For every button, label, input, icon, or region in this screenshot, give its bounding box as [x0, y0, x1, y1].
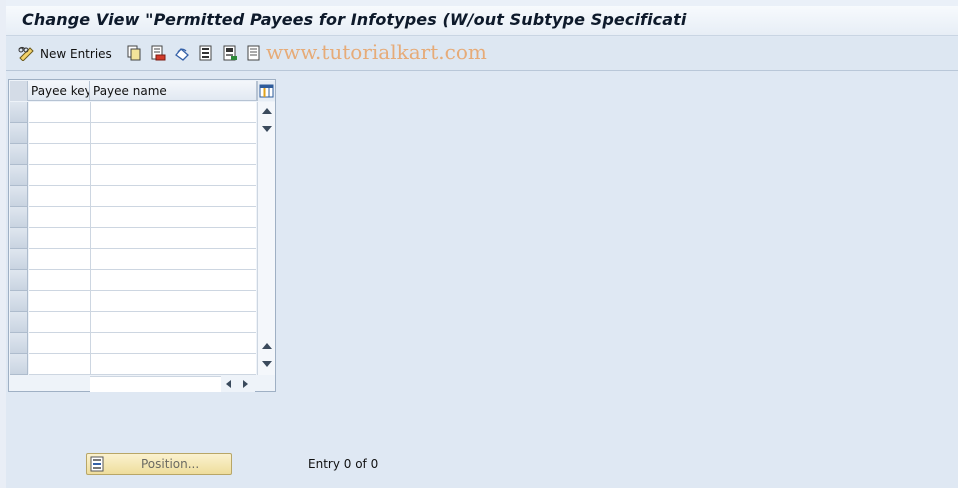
column-header-payee-name[interactable]: Payee name: [90, 81, 257, 101]
payee-name-cell[interactable]: [91, 123, 256, 144]
horizontal-scroll-arrows: [221, 376, 255, 392]
payee-key-cell[interactable]: [29, 333, 91, 354]
row-selector[interactable]: [10, 291, 28, 312]
table-row: [10, 312, 256, 333]
payee-name-cell[interactable]: [91, 144, 256, 165]
payee-key-cell[interactable]: [29, 165, 91, 186]
row-selector[interactable]: [10, 165, 28, 186]
payee-key-cell[interactable]: [29, 186, 91, 207]
payee-name-cell[interactable]: [91, 249, 256, 270]
row-selector[interactable]: [10, 249, 28, 270]
scroll-down-icon[interactable]: [262, 361, 272, 367]
scroll-page-up-icon[interactable]: [262, 343, 272, 349]
table-row: [10, 207, 256, 228]
row-selector[interactable]: [10, 102, 28, 123]
select-all-rows-corner[interactable]: [10, 81, 28, 101]
select-block-button[interactable]: [222, 45, 238, 63]
table-row: [10, 144, 256, 165]
row-selector[interactable]: [10, 333, 28, 354]
table-row: [10, 186, 256, 207]
table-row: [10, 333, 256, 354]
payee-name-cell[interactable]: [91, 354, 256, 375]
scroll-page-down-icon[interactable]: [262, 126, 272, 132]
payee-key-cell[interactable]: [29, 312, 91, 333]
payee-key-cell[interactable]: [29, 291, 91, 312]
watermark: www.tutorialkart.com: [266, 40, 487, 64]
column-header-payee-key[interactable]: Payee key: [28, 81, 90, 101]
table-row: [10, 270, 256, 291]
undo-icon: [174, 45, 190, 64]
table-row: [10, 123, 256, 144]
payee-name-cell[interactable]: [91, 291, 256, 312]
page-title: Change View "Permitted Payees for Infoty…: [22, 10, 687, 29]
payee-name-cell[interactable]: [91, 207, 256, 228]
payee-key-cell[interactable]: [29, 102, 91, 123]
undo-button[interactable]: [174, 45, 190, 63]
payee-name-cell[interactable]: [91, 228, 256, 249]
position-button[interactable]: Position...: [86, 453, 232, 475]
payee-name-cell[interactable]: [91, 270, 256, 291]
table-row: [10, 102, 256, 123]
payee-name-cell[interactable]: [91, 312, 256, 333]
payee-key-cell[interactable]: [29, 270, 91, 291]
horizontal-scrollbar[interactable]: [90, 376, 240, 392]
table-row: [10, 249, 256, 270]
position-button-label: Position...: [141, 457, 200, 471]
payee-name-cell[interactable]: [91, 102, 256, 123]
scroll-left-icon[interactable]: [226, 380, 231, 388]
payee-key-cell[interactable]: [29, 228, 91, 249]
row-selector[interactable]: [10, 144, 28, 165]
position-icon: [90, 456, 106, 475]
title-bar: Change View "Permitted Payees for Infoty…: [6, 6, 958, 36]
row-selector[interactable]: [10, 270, 28, 291]
row-selector[interactable]: [10, 228, 28, 249]
new-entries-label: New Entries: [40, 47, 112, 61]
row-selector[interactable]: [10, 354, 28, 375]
row-selector[interactable]: [10, 312, 28, 333]
payee-key-cell[interactable]: [29, 249, 91, 270]
scroll-up-icon[interactable]: [262, 108, 272, 114]
select-block-icon: [222, 45, 238, 64]
row-selector[interactable]: [10, 123, 28, 144]
deselect-all-icon: [246, 45, 262, 64]
entry-count: Entry 0 of 0: [308, 457, 379, 471]
delete-icon: [150, 45, 166, 64]
edit-glasses-icon: [18, 45, 36, 64]
select-all-button[interactable]: [198, 45, 214, 63]
vertical-scrollbar[interactable]: [257, 102, 275, 375]
payee-name-cell[interactable]: [91, 333, 256, 354]
payee-key-cell[interactable]: [29, 144, 91, 165]
new-entries-button[interactable]: New Entries: [18, 45, 112, 63]
payee-key-cell[interactable]: [29, 207, 91, 228]
table-row: [10, 291, 256, 312]
payee-key-cell[interactable]: [29, 123, 91, 144]
payee-key-cell[interactable]: [29, 354, 91, 375]
deselect-all-button[interactable]: [246, 45, 262, 63]
table-settings-button[interactable]: [257, 81, 275, 101]
row-selector[interactable]: [10, 186, 28, 207]
payee-name-cell[interactable]: [91, 186, 256, 207]
row-selector[interactable]: [10, 207, 28, 228]
table-row: [10, 354, 256, 375]
payee-name-cell[interactable]: [91, 165, 256, 186]
table-row: [10, 228, 256, 249]
delete-button[interactable]: [150, 45, 166, 63]
table-row: [10, 165, 256, 186]
copy-button[interactable]: [126, 45, 142, 63]
main-content: Payee key Payee name Position... Entry 0…: [6, 71, 958, 488]
copy-icon: [126, 45, 142, 64]
select-all-icon: [198, 45, 214, 64]
scroll-right-icon[interactable]: [243, 380, 248, 388]
payees-table: Payee key Payee name: [8, 79, 276, 392]
